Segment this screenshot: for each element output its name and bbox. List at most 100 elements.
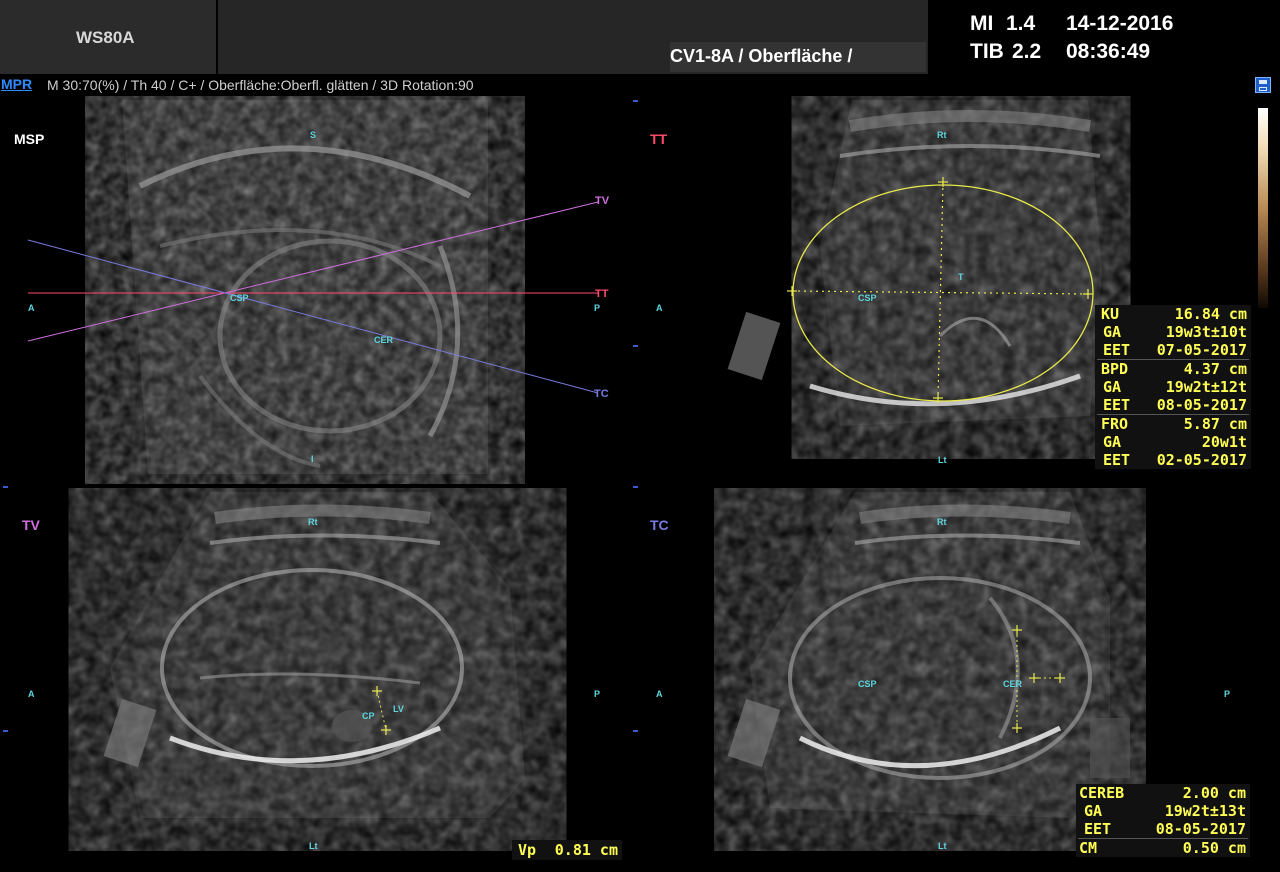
depth-marker xyxy=(633,345,638,347)
measurement-label: GA xyxy=(1084,802,1103,820)
measurement-label: CM xyxy=(1079,839,1098,857)
measurement-row: EET 07-05-2017 xyxy=(1095,341,1251,359)
orient-bottom: I xyxy=(311,454,314,464)
measurement-value: 19w2t±13t xyxy=(1164,802,1246,820)
orient-bottom: Lt xyxy=(938,841,947,851)
measurement-value: 20w1t xyxy=(1201,433,1247,451)
msp-view[interactable]: MSP S I A P CSP CER TV TT TC xyxy=(0,96,628,484)
measurement-value: 4.37 cm xyxy=(1183,360,1247,378)
measurement-value: 02-05-2017 xyxy=(1156,451,1247,469)
orient-left: A xyxy=(28,689,35,699)
measurement-row: CEREB 2.00 cm xyxy=(1076,784,1250,802)
measurement-row: GA 19w2t±13t xyxy=(1076,802,1250,820)
structure-cp: CP xyxy=(362,711,375,721)
structure-csp: CSP xyxy=(858,679,877,689)
structure-csp: CSP xyxy=(230,293,249,303)
plane-label-tt: TT xyxy=(650,131,668,147)
measurement-value: 2.00 cm xyxy=(1182,784,1246,802)
measurement-row: GA 20w1t xyxy=(1095,433,1251,451)
orient-left: A xyxy=(28,303,35,313)
measurement-label: GA xyxy=(1103,323,1122,341)
depth-marker xyxy=(3,730,8,732)
measurement-value: 19w2t±12t xyxy=(1165,378,1247,396)
line-label-tc[interactable]: TC xyxy=(594,388,609,400)
measurement-label: GA xyxy=(1103,433,1122,451)
measurement-row: EET 08-05-2017 xyxy=(1076,820,1250,838)
depth-marker xyxy=(633,486,638,488)
measurement-row: GA 19w2t±12t xyxy=(1095,378,1251,396)
orient-top: Rt xyxy=(937,130,947,140)
probe-preset-panel: CV1-8A / Oberfläche / xyxy=(670,42,926,72)
structure-thalamus: T xyxy=(958,272,964,282)
measurement-row: CM 0.50 cm xyxy=(1076,839,1250,857)
measurement-value: 0.50 cm xyxy=(1182,839,1246,857)
structure-lv: LV xyxy=(393,704,404,714)
measurement-row: GA 19w3t±10t xyxy=(1095,323,1251,341)
exam-time: 08:36:49 xyxy=(1066,40,1151,63)
plane-label-tc: TC xyxy=(650,517,669,533)
measurement-row: FRO 5.87 cm xyxy=(1095,415,1251,433)
system-model-panel: WS80A xyxy=(0,0,216,74)
measurement-label: BPD xyxy=(1101,360,1129,378)
measurement-label: EET xyxy=(1103,341,1131,359)
mi-label: MI xyxy=(970,12,994,35)
structure-cer: CER xyxy=(1003,679,1023,689)
measurement-row: Vp 0.81 cm xyxy=(512,841,622,859)
exam-date: 14-12-2016 xyxy=(1066,12,1174,35)
measurement-label: GA xyxy=(1103,378,1122,396)
probe-preset: CV1-8A / Oberfläche / xyxy=(670,46,853,66)
measurement-value: 16.84 cm xyxy=(1174,305,1247,323)
line-label-tt[interactable]: TT xyxy=(595,288,608,300)
depth-marker xyxy=(633,100,638,102)
mi-value: 1.4 xyxy=(1006,12,1036,35)
tib-label: TIB xyxy=(970,40,1004,63)
header-center-panel: CV1-8A / Oberfläche / xyxy=(218,0,928,74)
info-bar: MPR M 30:70(%) / Th 40 / C+ / Oberfläche… xyxy=(0,74,1280,96)
render-params: M 30:70(%) / Th 40 / C+ / Oberfläche:Obe… xyxy=(47,77,474,93)
measurement-value: 0.81 cm xyxy=(554,841,618,859)
measurement-row: KU 16.84 cm xyxy=(1095,305,1251,323)
measurement-value: 5.87 cm xyxy=(1183,415,1247,433)
measurement-row: EET 08-05-2017 xyxy=(1095,396,1251,414)
orient-top: Rt xyxy=(308,517,318,527)
plane-label-tv: TV xyxy=(22,517,40,533)
orient-left: A xyxy=(656,303,663,313)
measurement-value: 08-05-2017 xyxy=(1156,396,1247,414)
measurement-value: 08-05-2017 xyxy=(1155,820,1246,838)
tc-measurement-panel: CEREB 2.00 cm GA 19w2t±13t EET 08-05-2017 C… xyxy=(1076,784,1250,857)
orient-left: A xyxy=(656,689,663,699)
system-model: WS80A xyxy=(76,28,135,47)
tv-image xyxy=(103,492,525,818)
measurement-label: EET xyxy=(1103,396,1131,414)
orient-top: S xyxy=(310,130,317,140)
tv-measurement-panel: Vp 0.81 cm xyxy=(512,840,622,860)
measurement-row: BPD 4.37 cm xyxy=(1095,360,1251,378)
mpr-mode-link[interactable]: MPR xyxy=(1,76,32,92)
save-icon[interactable] xyxy=(1255,77,1271,93)
measurement-value: 07-05-2017 xyxy=(1156,341,1247,359)
structure-cer: CER xyxy=(374,335,394,345)
measurement-label: Vp xyxy=(518,841,537,859)
plane-label-msp: MSP xyxy=(14,131,45,147)
tv-view[interactable]: TV Rt Lt A P CP LV xyxy=(0,488,628,872)
structure-csp: CSP xyxy=(858,293,877,303)
orient-top: Rt xyxy=(937,517,947,527)
tt-measurement-panel: KU 16.84 cm GA 19w3t±10t EET 07-05-2017 BPD… xyxy=(1095,305,1251,469)
measurement-label: FRO xyxy=(1101,415,1129,433)
measurement-label: EET xyxy=(1084,820,1112,838)
orient-right: P xyxy=(594,303,601,313)
measurement-label: EET xyxy=(1103,451,1131,469)
orient-bottom: Lt xyxy=(309,841,318,851)
orient-right: P xyxy=(1224,689,1231,699)
msp-image xyxy=(27,100,599,474)
header-status-panel: MI 1.4 TIB 2.2 14-12-2016 08:36:49 xyxy=(930,0,1280,74)
measurement-label: CEREB xyxy=(1079,784,1125,802)
measurement-label: KU xyxy=(1101,305,1120,323)
tib-value: 2.2 xyxy=(1012,40,1042,63)
depth-marker xyxy=(3,486,8,488)
measurement-value: 19w3t±10t xyxy=(1165,323,1247,341)
orient-right: P xyxy=(594,689,601,699)
line-label-tv[interactable]: TV xyxy=(595,195,609,207)
depth-marker xyxy=(633,730,638,732)
grayscale-map-bar xyxy=(1258,108,1268,308)
